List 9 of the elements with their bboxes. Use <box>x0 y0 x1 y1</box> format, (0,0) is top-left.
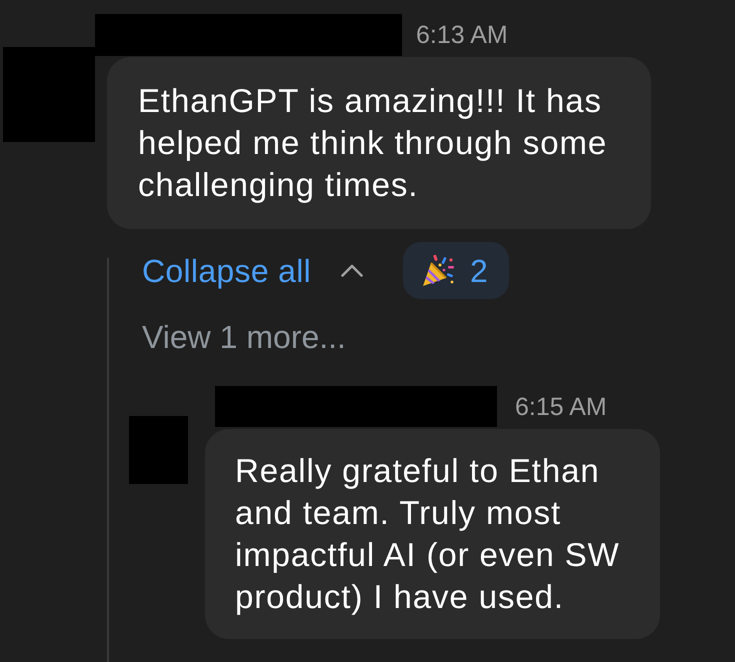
timestamp: 6:15 AM <box>515 392 607 422</box>
view-more-link[interactable]: View 1 more... <box>142 319 346 355</box>
party-popper-icon <box>421 254 456 288</box>
message-text: Really grateful to Ethan and team. Truly most impactful AI (or even SW product) I have used. <box>235 451 621 617</box>
message-text: EthanGPT is amazing!!! It has helped me think through some challenging times. <box>138 81 608 205</box>
timestamp: 6:13 AM <box>416 20 508 50</box>
redaction-block <box>129 416 188 484</box>
collapse-all-link[interactable]: Collapse all <box>142 252 364 290</box>
reaction-button[interactable]: 2 <box>403 242 509 299</box>
